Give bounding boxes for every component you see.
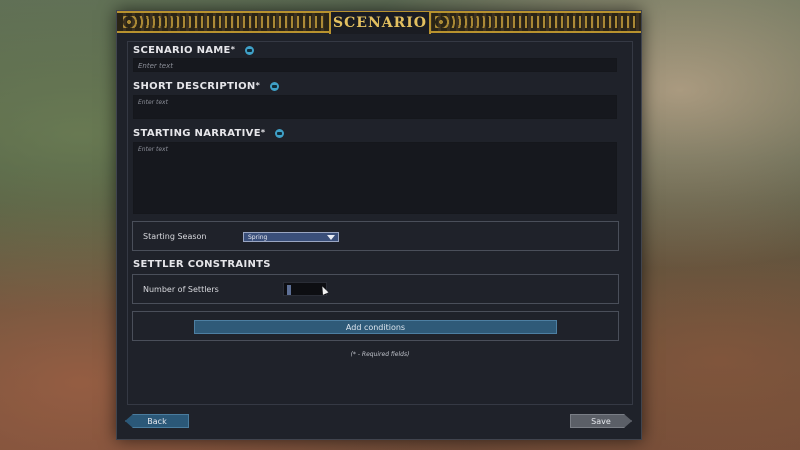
short-description-input[interactable]: Enter text <box>133 95 617 119</box>
starting-narrative-input[interactable]: Enter text <box>133 142 617 214</box>
starting-season-label: Starting Season <box>143 232 207 241</box>
info-book-icon[interactable] <box>244 45 254 55</box>
starting-season-select[interactable]: Spring <box>243 232 339 242</box>
chevron-down-icon <box>327 235 335 240</box>
starting-season-value: Spring <box>248 234 268 241</box>
add-conditions-row: Add conditions <box>132 311 619 341</box>
starting-season-row: Starting Season Spring <box>132 221 619 251</box>
scenario-name-placeholder: Enter text <box>138 62 173 70</box>
form-area: SCENARIO NAME* Enter text SHORT DESCRIPT… <box>127 41 633 405</box>
number-of-settlers-label: Number of Settlers <box>143 285 219 294</box>
scenario-name-label-text: SCENARIO NAME <box>133 45 231 56</box>
settler-constraints-heading: SETTLER CONSTRAINTS <box>133 259 271 270</box>
info-book-icon[interactable] <box>275 128 285 138</box>
required-mark: * <box>260 128 266 137</box>
starting-narrative-placeholder: Enter text <box>138 146 168 153</box>
banner-ornament-left <box>123 16 323 28</box>
short-description-placeholder: Enter text <box>138 99 168 106</box>
short-description-label-text: SHORT DESCRIPTION <box>133 81 256 92</box>
required-fields-note: (* - Required fields) <box>350 351 410 358</box>
info-book-icon[interactable] <box>269 81 279 91</box>
add-conditions-button[interactable]: Add conditions <box>194 320 557 334</box>
scenario-name-label: SCENARIO NAME* <box>133 45 254 56</box>
panel-title: SCENARIO <box>333 15 427 31</box>
save-button[interactable]: Save <box>570 414 632 428</box>
required-mark: * <box>230 45 236 54</box>
text-caret <box>287 285 291 295</box>
required-mark: * <box>255 81 261 90</box>
starting-narrative-label-text: STARTING NARRATIVE <box>133 128 261 139</box>
starting-narrative-label: STARTING NARRATIVE* <box>133 128 285 139</box>
banner-title-box: SCENARIO <box>329 12 431 34</box>
scenario-banner: SCENARIO <box>117 11 641 34</box>
scenario-name-input[interactable]: Enter text <box>133 58 617 72</box>
scenario-panel: SCENARIO SCENARIO NAME* Enter text SHORT… <box>116 10 642 440</box>
back-button[interactable]: Back <box>125 414 189 428</box>
banner-ornament-right <box>435 16 635 28</box>
short-description-label: SHORT DESCRIPTION* <box>133 81 279 92</box>
number-of-settlers-row: Number of Settlers <box>132 274 619 304</box>
